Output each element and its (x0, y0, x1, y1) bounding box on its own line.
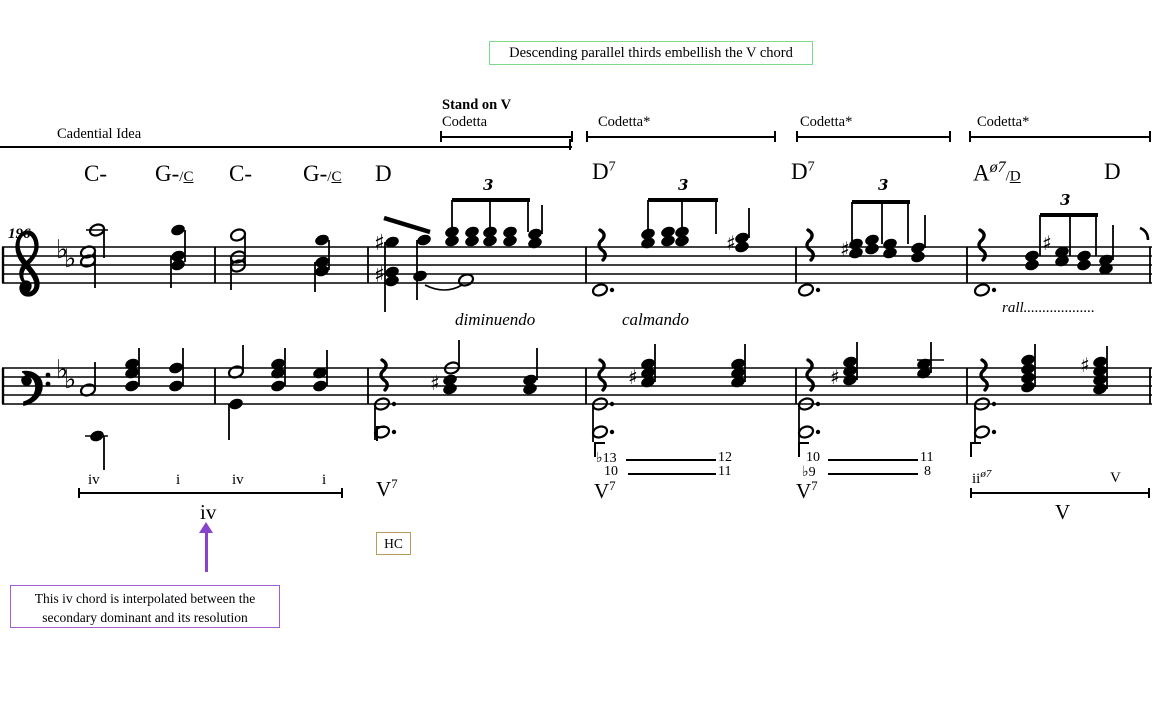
rn-v-2-sup: 7 (609, 478, 616, 493)
rn-v-1-sup: 7 (391, 476, 398, 491)
roman-numeral-iv-1: iv (88, 472, 100, 488)
figured-bass-2-right-bottom: 8 (924, 464, 931, 479)
rn-v-1: V (376, 477, 392, 501)
svg-text:♯: ♯ (726, 231, 736, 255)
svg-text:♯: ♯ (1042, 231, 1052, 255)
cadence-label-hc-text: HC (384, 536, 403, 551)
svg-text:♭: ♭ (64, 244, 76, 274)
analysis-bracket-label-final-v: V (1055, 500, 1071, 524)
triplet-mark-3: 3 (878, 176, 888, 194)
svg-text:♯: ♯ (1080, 353, 1090, 377)
svg-text:♭: ♭ (64, 365, 76, 395)
figured-bass-2-line-top (828, 459, 918, 461)
roman-numeral-v7-3: V7 (796, 478, 818, 504)
triplet-mark-4: 3 (1060, 191, 1070, 209)
roman-numeral-v7-2: V7 (594, 478, 616, 504)
triplet-mark-2: 3 (678, 176, 688, 194)
figured-bass-2-line-bottom (828, 473, 918, 475)
figured-bass-1-right-bottom: 11 (718, 464, 732, 479)
figured-bass-1-line-top (626, 459, 716, 461)
annotation-text-interpolated-iv-line1: This iv chord is interpolated between th… (34, 591, 256, 606)
svg-text:♯: ♯ (430, 371, 440, 395)
corner-tick-1 (376, 426, 387, 441)
cadence-label-hc: HC (376, 532, 411, 555)
roman-numeral-final-v: V (1110, 470, 1121, 486)
rn-ii-sup: ø7 (980, 468, 992, 480)
svg-text:♯: ♯ (628, 365, 638, 389)
svg-text:♯: ♯ (840, 237, 850, 261)
analysis-bracket-iv (78, 488, 343, 498)
svg-text:♯: ♯ (374, 231, 385, 256)
annotation-text-interpolated-iv-line2: secondary dominant and its resolution (42, 610, 248, 625)
svg-text:♯: ♯ (374, 263, 385, 288)
expression-diminuendo: diminuendo (455, 310, 536, 329)
rn-v-3-sup: 7 (811, 478, 818, 493)
roman-numeral-i-1: i (176, 472, 181, 488)
annotation-box-interpolated-iv: This iv chord is interpolated between th… (10, 585, 280, 628)
svg-text:♯: ♯ (830, 365, 840, 389)
roman-numeral-v7-1: V7 (376, 476, 398, 502)
annotation-arrow-head (199, 522, 213, 533)
corner-tick-4 (970, 442, 981, 457)
roman-numeral-i-2: i (322, 472, 327, 488)
roman-numeral-iv-2: iv (232, 472, 244, 488)
expression-rall: rall................... (1002, 300, 1095, 316)
expression-calmando: calmando (622, 310, 690, 329)
rn-v-2: V (594, 479, 610, 503)
analysis-bracket-final-v (970, 488, 1150, 498)
annotation-arrow-shaft (205, 527, 208, 572)
rn-v-3: V (796, 479, 812, 503)
triplet-mark-1: 3 (483, 176, 493, 194)
roman-numeral-ii-halfdim: iiø7 (972, 468, 991, 488)
figured-bass-1-line-bottom (628, 473, 716, 475)
